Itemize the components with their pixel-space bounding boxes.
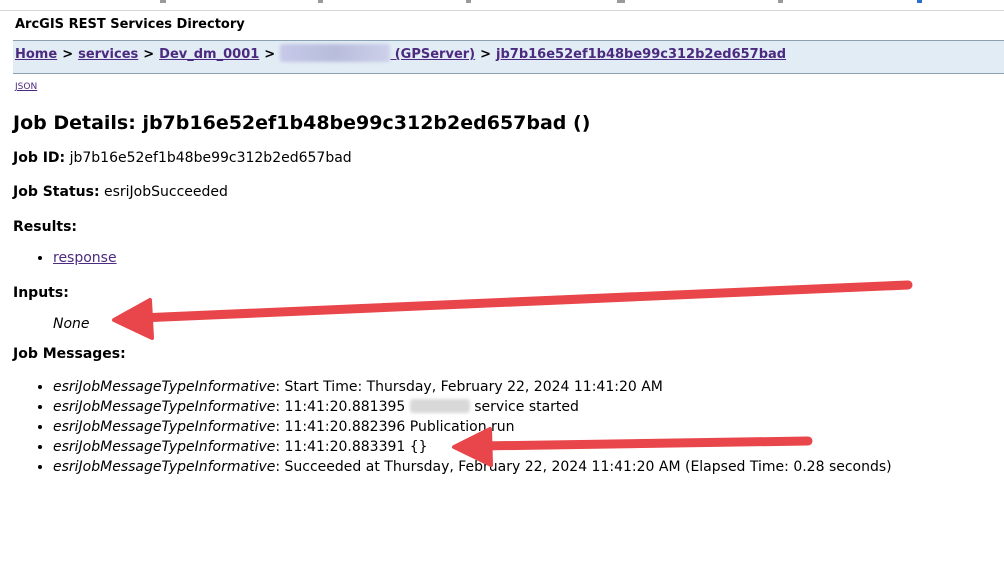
job-messages-label: Job Messages: <box>13 346 126 362</box>
job-id-label: Job ID: <box>13 150 66 166</box>
job-status-value: esriJobSucceeded <box>104 184 228 200</box>
redacted-text <box>409 399 470 413</box>
annotation-arrow-icon <box>112 280 913 340</box>
inputs-label: Inputs: <box>13 285 69 301</box>
message-type: esriJobMessageTypeInformative <box>53 399 276 415</box>
response-link[interactable]: response <box>53 250 117 266</box>
list-item: esriJobMessageTypeInformative: 11:41:20.… <box>53 417 892 437</box>
list-item: esriJobMessageTypeInformative: 11:41:20.… <box>53 437 892 457</box>
message-text: service started <box>474 399 579 415</box>
message-text: Start Time: Thursday, February 22, 2024 … <box>284 379 663 395</box>
results-label: Results: <box>13 219 77 235</box>
message-text: 11:41:20.882396 Publication run <box>284 419 515 435</box>
breadcrumb: Home > services > Dev_dm_0001 > (GPServer) > jb… <box>15 44 786 62</box>
json-format-link[interactable]: JSON <box>15 82 37 92</box>
breadcrumb-job-link[interactable]: jb7b16e52ef1b48be99c312b2ed657bad <box>496 47 786 62</box>
breadcrumb-separator: > <box>143 47 155 62</box>
list-item: esriJobMessageTypeInformative: 11:41:20.… <box>53 397 892 417</box>
redacted-service-name <box>280 44 391 62</box>
job-id-row: Job ID: jb7b16e52ef1b48be99c312b2ed657ba… <box>13 150 352 166</box>
breadcrumb-services-link[interactable]: services <box>78 47 138 62</box>
job-messages-list: esriJobMessageTypeInformative: Start Tim… <box>13 377 892 477</box>
breadcrumb-folder-link[interactable]: Dev_dm_0001 <box>159 47 259 62</box>
message-type: esriJobMessageTypeInformative <box>53 419 276 435</box>
browser-top-strip <box>0 0 1004 11</box>
breadcrumb-separator: > <box>480 47 492 62</box>
inputs-value: None <box>53 316 90 332</box>
list-item: esriJobMessageTypeInformative: Start Tim… <box>53 377 892 397</box>
page-header-title: ArcGIS REST Services Directory <box>15 17 245 32</box>
results-list: response <box>13 249 117 267</box>
message-text: 11:41:20.881395 <box>284 399 406 415</box>
list-item: response <box>53 249 117 267</box>
breadcrumb-separator: > <box>62 47 74 62</box>
list-item: esriJobMessageTypeInformative: Succeeded… <box>53 457 892 477</box>
job-status-row: Job Status: esriJobSucceeded <box>13 184 228 200</box>
page-title: Job Details: jb7b16e52ef1b48be99c312b2ed… <box>13 112 591 134</box>
message-type: esriJobMessageTypeInformative <box>53 379 276 395</box>
message-type: esriJobMessageTypeInformative <box>53 459 276 475</box>
message-type: esriJobMessageTypeInformative <box>53 439 276 455</box>
annotation-arrows <box>112 280 913 467</box>
breadcrumb-server-type: (GPServer) <box>394 47 476 62</box>
message-text: Succeeded at Thursday, February 22, 2024… <box>284 459 892 475</box>
breadcrumb-bar: Home > services > Dev_dm_0001 > (GPServer) > jb… <box>13 40 1004 74</box>
breadcrumb-separator: > <box>264 47 276 62</box>
breadcrumb-service-link[interactable]: (GPServer) <box>280 44 476 62</box>
message-text: 11:41:20.883391 {} <box>284 439 428 455</box>
breadcrumb-home-link[interactable]: Home <box>15 47 57 62</box>
job-id-value: jb7b16e52ef1b48be99c312b2ed657bad <box>69 150 352 166</box>
job-status-label: Job Status: <box>13 184 100 200</box>
